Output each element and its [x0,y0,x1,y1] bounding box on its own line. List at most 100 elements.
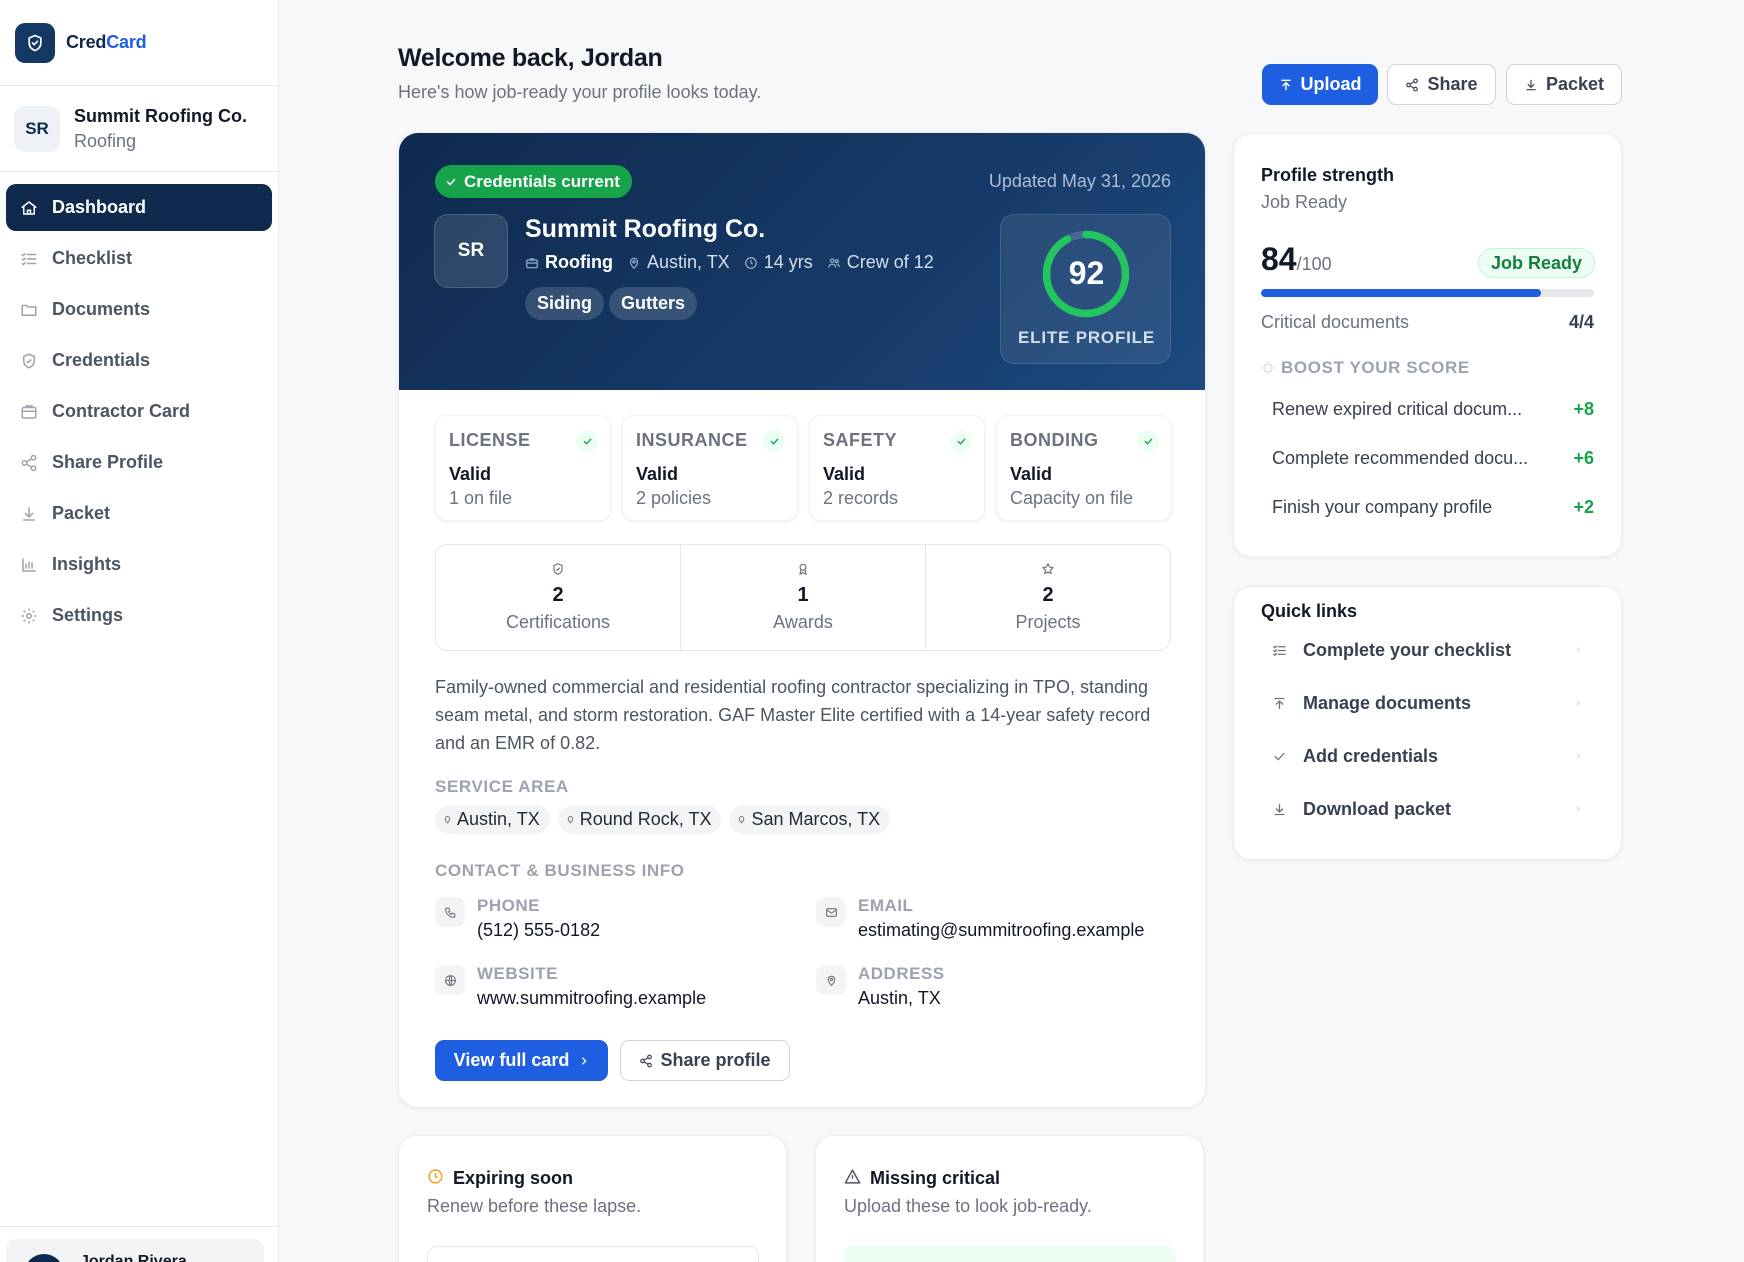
updated-date: Updated May 31, 2026 [988,171,1171,191]
expiring-list-item[interactable] [427,1246,759,1262]
contact-phone: PHONE (512) 555-0182 [435,896,795,948]
brand-name: CredCard [66,32,147,52]
chevron-right-icon [1576,753,1581,759]
chevron-right-icon [1576,700,1581,706]
status-card-bonding[interactable]: BONDING Valid Capacity on file [996,415,1172,521]
check-icon [1274,752,1285,761]
packet-button[interactable]: Packet [1506,64,1622,105]
company-switcher[interactable]: SR Summit Roofing Co. Roofing [0,86,278,172]
share-button[interactable]: Share [1387,64,1496,105]
years-in-business: 14 yrs [744,252,813,273]
sidebar-item-documents[interactable]: Documents [6,286,272,333]
boost-item[interactable]: Complete recommended docu... +6 [1272,448,1594,469]
stat-certifications[interactable]: 2 Certifications [436,545,680,650]
brand[interactable]: CredCard [0,0,278,86]
mail-icon [825,907,837,917]
sidebar-item-checklist[interactable]: Checklist [6,235,272,282]
share-icon [1406,78,1419,91]
boost-item[interactable]: Renew expired critical docum... +8 [1272,399,1594,420]
sidebar-item-settings[interactable]: Settings [6,592,272,639]
company-meta: Roofing Austin, TX 14 yrs Crew of 12 [525,252,948,273]
star-icon [1042,563,1054,575]
stats-row: 2 Certifications 1 Awards 2 Projects [435,544,1171,651]
share-profile-button[interactable]: Share profile [620,1040,790,1081]
stat-awards[interactable]: 1 Awards [680,545,925,650]
service-area-heading: SERVICE AREA [435,777,569,796]
checklist-icon [1273,645,1286,656]
upload-button[interactable]: Upload [1262,64,1378,105]
website-link[interactable]: www.summitroofing.example [477,988,706,1009]
status-card-safety[interactable]: SAFETY Valid 2 records [809,415,985,521]
card-subtitle: Upload these to look job-ready. [844,1196,1092,1216]
folder-icon [21,304,37,316]
quick-link-checklist[interactable]: Complete your checklist [1272,635,1582,665]
sidebar: CredCard SR Summit Roofing Co. Roofing D… [0,0,279,1262]
missing-list-item[interactable] [844,1246,1176,1262]
company-avatar: SR [434,214,508,288]
trade: Roofing [525,252,613,273]
map-pin-icon [827,975,835,986]
quick-link-packet[interactable]: Download packet [1272,794,1582,824]
service-area-chip: Round Rock, TX [557,805,722,834]
users-icon [827,257,840,268]
job-ready-badge: Job Ready [1477,248,1595,278]
user-avatar [24,1254,64,1262]
company-avatar: SR [14,105,60,152]
company-description: Family-owned commercial and residential … [435,677,1151,753]
phone-link[interactable]: (512) 555-0182 [477,920,600,941]
specialty-tag: Gutters [609,287,698,320]
sidebar-item-dashboard[interactable]: Dashboard [6,184,272,231]
card-title: Expiring soon [453,1168,574,1188]
upload-icon [1274,697,1285,709]
strength-score: 84/100 [1261,241,1332,277]
strength-status: Job Ready [1261,192,1348,212]
service-area-list: Austin, TX Round Rock, TX San Marcos, TX [435,805,898,834]
page-title: Welcome back, Jordan [398,44,663,72]
company-trade: Roofing [74,130,137,151]
quick-link-documents[interactable]: Manage documents [1272,688,1582,718]
card-hero: Credentials current Updated May 31, 2026… [399,133,1205,390]
crew-size: Crew of 12 [827,252,934,273]
status-card-license[interactable]: LICENSE Valid 1 on file [435,415,611,521]
warning-icon [844,1169,861,1184]
contact-website: WEBSITE www.summitroofing.example [435,964,795,1016]
card-title: Missing critical [870,1168,1001,1188]
upload-icon [1280,79,1291,90]
contact-email: EMAIL estimating@summitroofing.example [816,896,1176,948]
phone-icon [444,907,455,918]
sidebar-item-contractor-card[interactable]: Contractor Card [6,388,272,435]
panel-title: Quick links [1261,601,1358,621]
stat-projects[interactable]: 2 Projects [925,545,1170,650]
critical-documents: Critical documents 4/4 [1261,312,1594,332]
chevron-right-icon [1576,647,1581,653]
user-menu[interactable]: Jordan Rivera [6,1239,264,1262]
chevron-right-icon [1576,806,1581,812]
sidebar-item-credentials[interactable]: Credentials [6,337,272,384]
service-area-chip: San Marcos, TX [729,805,891,834]
award-icon [799,563,807,576]
email-link[interactable]: estimating@summitroofing.example [858,920,1144,941]
share-icon [21,454,37,471]
view-full-card-button[interactable]: View full card [435,1040,608,1081]
boost-item[interactable]: Finish your company profile +2 [1272,497,1594,518]
specialty-tags: Siding Gutters [525,287,702,320]
status-card-insurance[interactable]: INSURANCE Valid 2 policies [622,415,798,521]
sidebar-item-packet[interactable]: Packet [6,490,272,537]
quick-link-credentials[interactable]: Add credentials [1272,741,1582,771]
clock-icon [744,256,757,269]
sidebar-item-share-profile[interactable]: Share Profile [6,439,272,486]
clock-icon [428,1169,443,1184]
missing-critical-card: Missing critical Upload these to look jo… [815,1135,1204,1262]
service-area-chip: Austin, TX [435,805,550,834]
profile-score: 92 ELITE PROFILE [1000,214,1171,364]
page-subtitle: Here's how job-ready your profile looks … [398,82,762,102]
download-icon [1526,79,1536,90]
expiring-soon-card: Expiring soon Renew before these lapse. [398,1135,787,1262]
home-icon [21,200,37,215]
score-label: ELITE PROFILE [1018,328,1155,347]
contact-address: ADDRESS Austin, TX [816,964,1176,1016]
map-pin-icon [567,816,573,824]
credential-status-row: LICENSE Valid 1 on file INSURANCE Valid … [435,415,1183,521]
sidebar-item-insights[interactable]: Insights [6,541,272,588]
chevron-right-icon [582,1056,587,1065]
